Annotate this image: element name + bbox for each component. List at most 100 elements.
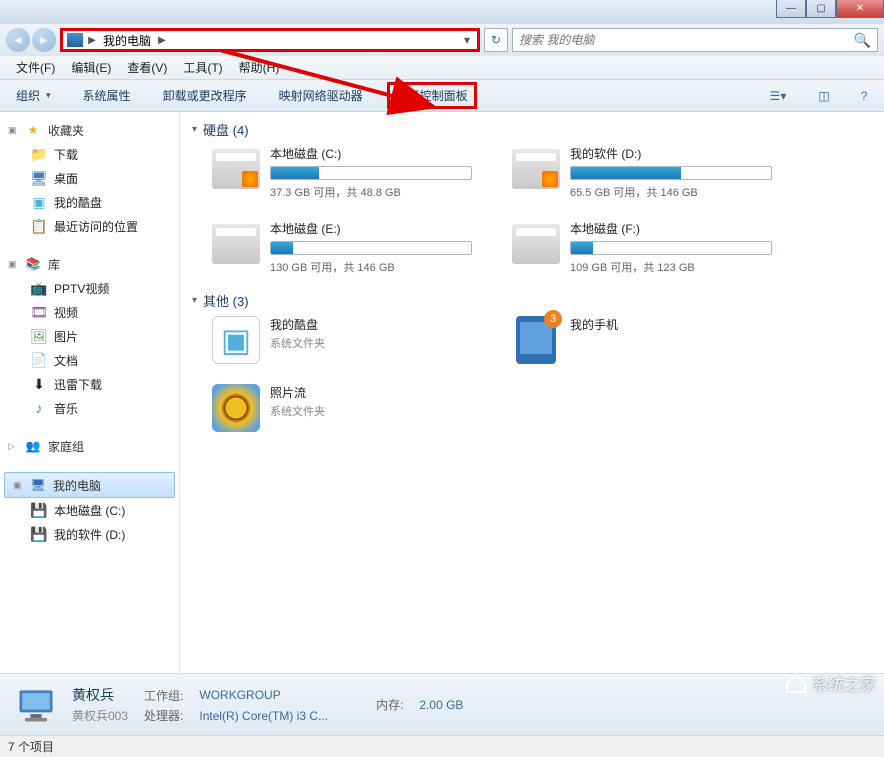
menu-tools[interactable]: 工具(T) [175,56,230,79]
other-item[interactable]: 照片流 系统文件夹 [212,384,472,432]
sidebar-item-pictures[interactable]: 🖼图片 [0,324,179,348]
refresh-icon: ↻ [491,33,501,47]
kupan-icon: ▣ [212,316,260,364]
map-drive-button[interactable]: 映射网络驱动器 [271,83,371,108]
organize-button[interactable]: 组织 [8,83,59,108]
uninstall-button[interactable]: 卸载或更改程序 [155,83,255,108]
control-panel-button[interactable]: 打开控制面板 [387,82,477,109]
forward-button[interactable]: ► [32,28,56,52]
other-name: 我的手机 [570,316,618,333]
drive-space: 130 GB 可用，共 146 GB [270,259,472,275]
menu-view[interactable]: 查看(V) [119,56,175,79]
breadcrumb-arrow-icon[interactable]: ▶ [155,35,169,46]
refresh-button[interactable]: ↻ [484,28,508,52]
drive-space: 65.5 GB 可用，共 146 GB [570,184,772,200]
drive-bar [570,241,772,255]
system-properties-button[interactable]: 系统属性 [75,83,139,108]
cpu-value: Intel(R) Core(TM) i3 C... [199,709,328,723]
drive-name: 本地磁盘 (C:) [270,145,472,162]
preview-pane-button[interactable]: ◫ [812,84,836,108]
maximize-button[interactable]: ▢ [806,0,836,18]
other-item[interactable]: 3 我的手机 [512,316,772,364]
status-text: 7 个项目 [8,738,54,755]
menu-edit[interactable]: 编辑(E) [63,56,119,79]
video-icon: 📺 [30,279,48,297]
video-icon: 🎞 [30,303,48,321]
drive-icon: 💾 [30,525,48,543]
drive-icon [512,149,560,189]
drive-bar [270,166,472,180]
drive-item[interactable]: 本地磁盘 (E:) 130 GB 可用，共 146 GB [212,220,472,275]
others-section-header[interactable]: ▾ 其他 (3) [192,291,872,310]
sidebar-favorites-label: 收藏夹 [48,122,84,139]
drives-section-header[interactable]: ▾ 硬盘 (4) [192,120,872,139]
sidebar-favorites-header[interactable]: ▣ ★ 收藏夹 [0,118,179,142]
sidebar-item-kupan[interactable]: ▣我的酷盘 [0,190,179,214]
sidebar-item-videos[interactable]: 🎞视频 [0,300,179,324]
sidebar-item-recent[interactable]: 📋最近访问的位置 [0,214,179,238]
star-icon: ★ [24,121,42,139]
collapse-icon: ▣ [8,125,18,136]
picture-icon: 🖼 [30,327,48,345]
menu-help[interactable]: 帮助(H) [231,56,288,79]
menu-file[interactable]: 文件(F) [8,56,63,79]
other-item[interactable]: ▣ 我的酷盘 系统文件夹 [212,316,472,364]
sidebar-item-xunlei[interactable]: ⬇迅雷下载 [0,372,179,396]
drive-space: 109 GB 可用，共 123 GB [570,259,772,275]
drive-item[interactable]: 我的软件 (D:) 65.5 GB 可用，共 146 GB [512,145,772,200]
breadcrumb-arrow-icon[interactable]: ▶ [85,35,99,46]
other-name: 我的酷盘 [270,316,325,333]
sidebar-item-desktop[interactable]: 🖥桌面 [0,166,179,190]
search-input[interactable] [519,33,854,47]
collapse-icon: ▣ [8,259,18,270]
sunflower-icon [212,384,260,432]
view-mode-button[interactable]: ☰ ▾ [760,84,796,108]
details-name: 黄权兵 [72,685,128,705]
details-pane: 黄权兵 工作组: WORKGROUP 黄权兵003 处理器: Intel(R) … [0,673,884,735]
document-icon: 📄 [30,351,48,369]
minimize-button[interactable]: — [776,0,806,18]
homegroup-icon: 👥 [24,437,42,455]
other-name: 照片流 [270,384,325,401]
watermark: 系统之家 [784,671,876,695]
help-button[interactable]: ? [852,84,876,108]
menubar: 文件(F) 编辑(E) 查看(V) 工具(T) 帮助(H) [0,56,884,80]
sidebar-item-drive-c[interactable]: 💾本地磁盘 (C:) [0,498,179,522]
computer-icon: 🖥 [29,476,47,494]
sidebar-homegroup-header[interactable]: ▷ 👥 家庭组 [0,434,179,458]
search-box[interactable]: 🔍 [512,28,878,52]
navigation-row: ◄ ► ▶ 我的电脑 ▶ ▾ ↻ 🔍 [0,24,884,56]
breadcrumb[interactable]: ▶ 我的电脑 ▶ ▾ [60,28,480,52]
drive-name: 本地磁盘 (E:) [270,220,472,237]
collapse-icon: ▾ [192,295,197,306]
other-desc: 系统文件夹 [270,403,325,419]
sidebar-libraries-header[interactable]: ▣ 📚 库 [0,252,179,276]
sidebar-computer-header[interactable]: ▣ 🖥 我的电脑 [4,472,175,498]
workgroup-value: WORKGROUP [199,688,328,702]
drive-bar [570,166,772,180]
recent-icon: 📋 [30,217,48,235]
details-sub: 黄权兵003 [72,707,128,724]
library-icon: 📚 [24,255,42,273]
download-icon: ⬇ [30,375,48,393]
sidebar-item-downloads[interactable]: 📁下载 [0,142,179,166]
kupan-icon: ▣ [30,193,48,211]
folder-icon: 📁 [30,145,48,163]
breadcrumb-dropdown-icon[interactable]: ▾ [459,33,475,47]
preview-icon: ◫ [818,89,829,103]
drive-item[interactable]: 本地磁盘 (F:) 109 GB 可用，共 123 GB [512,220,772,275]
sidebar-item-documents[interactable]: 📄文档 [0,348,179,372]
drive-space: 37.3 GB 可用，共 48.8 GB [270,184,472,200]
sidebar-libraries-label: 库 [48,256,60,273]
back-button[interactable]: ◄ [6,28,30,52]
sidebar-item-drive-d[interactable]: 💾我的软件 (D:) [0,522,179,546]
search-icon[interactable]: 🔍 [854,32,871,49]
drive-item[interactable]: 本地磁盘 (C:) 37.3 GB 可用，共 48.8 GB [212,145,472,200]
sidebar-item-music[interactable]: ♪音乐 [0,396,179,420]
expand-icon: ▷ [8,441,18,452]
sidebar-item-pptv[interactable]: 📺PPTV视频 [0,276,179,300]
breadcrumb-text[interactable]: 我的电脑 [99,32,155,49]
drive-icon [512,224,560,264]
close-button[interactable]: ✕ [836,0,884,18]
view-icon: ☰ [770,89,781,103]
